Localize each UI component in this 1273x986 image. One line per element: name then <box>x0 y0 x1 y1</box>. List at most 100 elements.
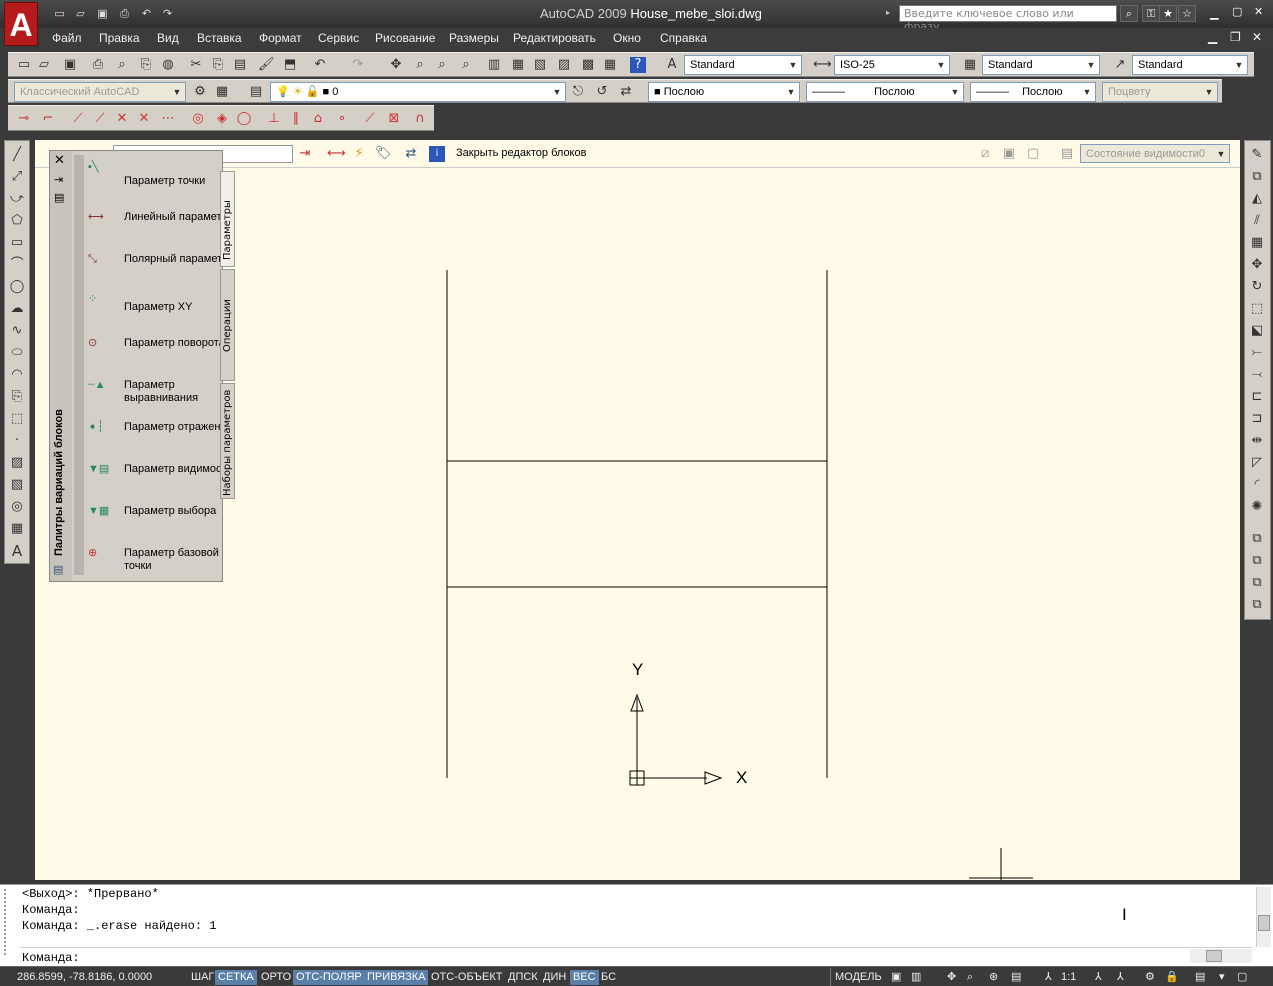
close-icon[interactable]: ✕ <box>1254 5 1263 18</box>
print-icon[interactable]: ⎙ <box>117 7 132 21</box>
bring-front-icon[interactable]: ⧉ <box>1249 531 1265 547</box>
coordinates-display[interactable]: 286.8599, -78.8186, 0.0000 <box>14 970 155 985</box>
snap-quadrant-icon[interactable]: ◈ <box>214 111 230 127</box>
region-icon[interactable]: ◎ <box>9 499 25 515</box>
horizontal-scrollbar[interactable] <box>1190 949 1252 963</box>
status-toggle-2[interactable]: ОРТО <box>258 970 294 985</box>
annotation-scale-icon[interactable]: ⅄ <box>1042 970 1055 985</box>
palette-menu-icon[interactable]: ▤ <box>53 563 63 576</box>
open-icon[interactable]: ▱ <box>36 57 52 73</box>
open-icon[interactable]: ▱ <box>73 7 88 21</box>
minimize-icon[interactable]: ▁ <box>1210 7 1218 20</box>
sheetset-icon[interactable]: ▨ <box>556 57 572 73</box>
command-prompt[interactable]: Команда: <box>22 951 80 965</box>
palette-scrollbar[interactable] <box>74 155 84 575</box>
palette-autohide-icon[interactable]: ⇥ <box>54 173 63 186</box>
stretch-icon[interactable]: ⬕ <box>1249 323 1265 339</box>
send-under-icon[interactable]: ⧉ <box>1249 597 1265 613</box>
visibility-mode-icon[interactable]: ⧄ <box>977 146 993 162</box>
table-style-icon[interactable]: ▦ <box>962 57 978 73</box>
close-block-editor-button[interactable]: Закрыть редактор блоков <box>456 147 586 159</box>
annotation-scale-value[interactable]: 1:1 <box>1058 970 1079 985</box>
snap-node-icon[interactable]: ∘ <box>334 111 350 127</box>
table-icon[interactable]: ▦ <box>9 521 25 537</box>
layer-states-icon[interactable]: ⇄ <box>618 84 634 100</box>
zoom-window-icon[interactable]: ⌕ <box>434 57 450 73</box>
preview-icon[interactable]: ⌕ <box>114 57 130 73</box>
tray-settings-icon[interactable]: ▤ <box>1192 970 1208 985</box>
annotation-visibility-icon[interactable]: ⅄ <box>1092 970 1105 985</box>
gradient-icon[interactable]: ▧ <box>9 477 25 493</box>
status-toggle-7[interactable]: ДИН <box>540 970 569 985</box>
save-icon[interactable]: ▣ <box>95 7 110 21</box>
designcenter-icon[interactable]: ▦ <box>510 57 526 73</box>
chamfer-icon[interactable]: ◸ <box>1249 455 1265 471</box>
hatch-icon[interactable]: ▨ <box>9 455 25 471</box>
mleader-style-icon[interactable]: ↗ <box>1112 57 1128 73</box>
layer-manager-icon[interactable]: ▦ <box>214 84 230 100</box>
status-toggle-8[interactable]: ВЕС <box>570 970 599 985</box>
snap-center-icon[interactable]: ◎ <box>190 111 206 127</box>
showmotion-icon[interactable]: ▤ <box>1008 970 1024 985</box>
menu-insert[interactable]: Вставка <box>197 31 242 45</box>
plot-icon[interactable]: ⎙ <box>90 57 106 73</box>
workspace-switch-icon[interactable]: ⚙ <box>1142 970 1158 985</box>
cut-icon[interactable]: ✂ <box>188 57 204 73</box>
publish-icon[interactable]: ⎘ <box>138 57 154 73</box>
snap-perpendicular-icon[interactable]: ⊥ <box>266 111 282 127</box>
menu-modify[interactable]: Редактировать <box>513 31 596 45</box>
snap-extension-icon[interactable]: ⋯ <box>160 111 176 127</box>
plotstyle-select[interactable]: Поцвету ▼ <box>1102 82 1218 102</box>
line-icon[interactable]: ╱ <box>9 147 25 163</box>
circle-icon[interactable]: ◯ <box>9 279 25 295</box>
undo-icon[interactable]: ↶ <box>312 57 328 73</box>
menu-draw[interactable]: Рисование <box>375 31 435 45</box>
layer-previous-icon[interactable]: ↺ <box>594 84 610 100</box>
status-toggle-9[interactable]: БС <box>598 970 619 985</box>
properties-icon[interactable]: ▥ <box>486 57 502 73</box>
fillet-icon[interactable]: ◜ <box>1249 477 1265 493</box>
snap-none-icon[interactable]: ⊠ <box>386 111 402 127</box>
paste-icon[interactable]: ▤ <box>232 57 248 73</box>
define-attribute-icon[interactable]: 🏷 <box>375 146 392 162</box>
erase-icon[interactable]: ✎ <box>1249 147 1265 163</box>
workspace-settings-icon[interactable]: ⚙ <box>192 84 208 100</box>
menu-dimension[interactable]: Размеры <box>449 31 499 45</box>
offset-icon[interactable]: ⫽ <box>1249 213 1265 229</box>
temp-track-icon[interactable]: ⊸ <box>16 111 32 127</box>
polyline-icon[interactable]: ⤻ <box>9 191 25 207</box>
calculator-icon[interactable]: ▦ <box>602 57 618 73</box>
autocad-logo[interactable]: A <box>4 2 38 46</box>
favorites-icon[interactable]: ☆ <box>1178 5 1196 22</box>
snap-nearest-icon[interactable]: ⟋ <box>362 111 378 127</box>
menu-edit[interactable]: Правка <box>99 31 140 45</box>
menu-tools[interactable]: Сервис <box>318 31 359 45</box>
search-icon[interactable]: ⌕ <box>1120 5 1138 22</box>
mleader-style-select[interactable]: Standard ▼ <box>1132 55 1248 75</box>
action-icon[interactable]: ⚡ <box>351 146 367 162</box>
point-icon[interactable]: · <box>9 433 25 449</box>
comm-center-icon[interactable]: ★ <box>1159 5 1177 22</box>
layer-properties-icon[interactable]: ▤ <box>248 84 264 100</box>
hscroll-thumb[interactable] <box>1206 950 1222 962</box>
snap-midpoint-icon[interactable]: ⟋ <box>92 111 108 127</box>
doc-restore-icon[interactable]: ❐ <box>1230 30 1241 44</box>
doc-minimize-icon[interactable]: ▁ <box>1208 30 1217 44</box>
workspace-select[interactable]: Классический AutoCAD ▼ <box>14 82 186 102</box>
model-button[interactable]: МОДЕЛЬ <box>832 970 885 985</box>
update-icon[interactable]: ⇄ <box>403 146 419 162</box>
color-select[interactable]: ■ Послою ▼ <box>648 82 800 102</box>
steering-wheel-icon[interactable]: ⊛ <box>986 970 1001 985</box>
new-icon[interactable]: ▭ <box>52 7 67 21</box>
make-visible-icon[interactable]: ▣ <box>1001 146 1017 162</box>
make-current-icon[interactable]: ⎋ <box>570 84 586 100</box>
undo-icon[interactable]: ↶ <box>139 7 154 21</box>
ellipse-arc-icon[interactable]: ◠ <box>9 367 25 383</box>
snap-insert-icon[interactable]: ⌂ <box>310 111 326 127</box>
text-style-select[interactable]: Standard ▼ <box>684 55 802 75</box>
save-icon[interactable]: ▣ <box>62 57 78 73</box>
search-expand-icon[interactable]: ▸ <box>886 8 890 17</box>
osnap-settings-icon[interactable]: ∩ <box>412 111 428 127</box>
qnew-icon[interactable]: ▭ <box>16 57 32 73</box>
tab-parameter-sets[interactable]: Наборы параметров <box>220 383 235 499</box>
